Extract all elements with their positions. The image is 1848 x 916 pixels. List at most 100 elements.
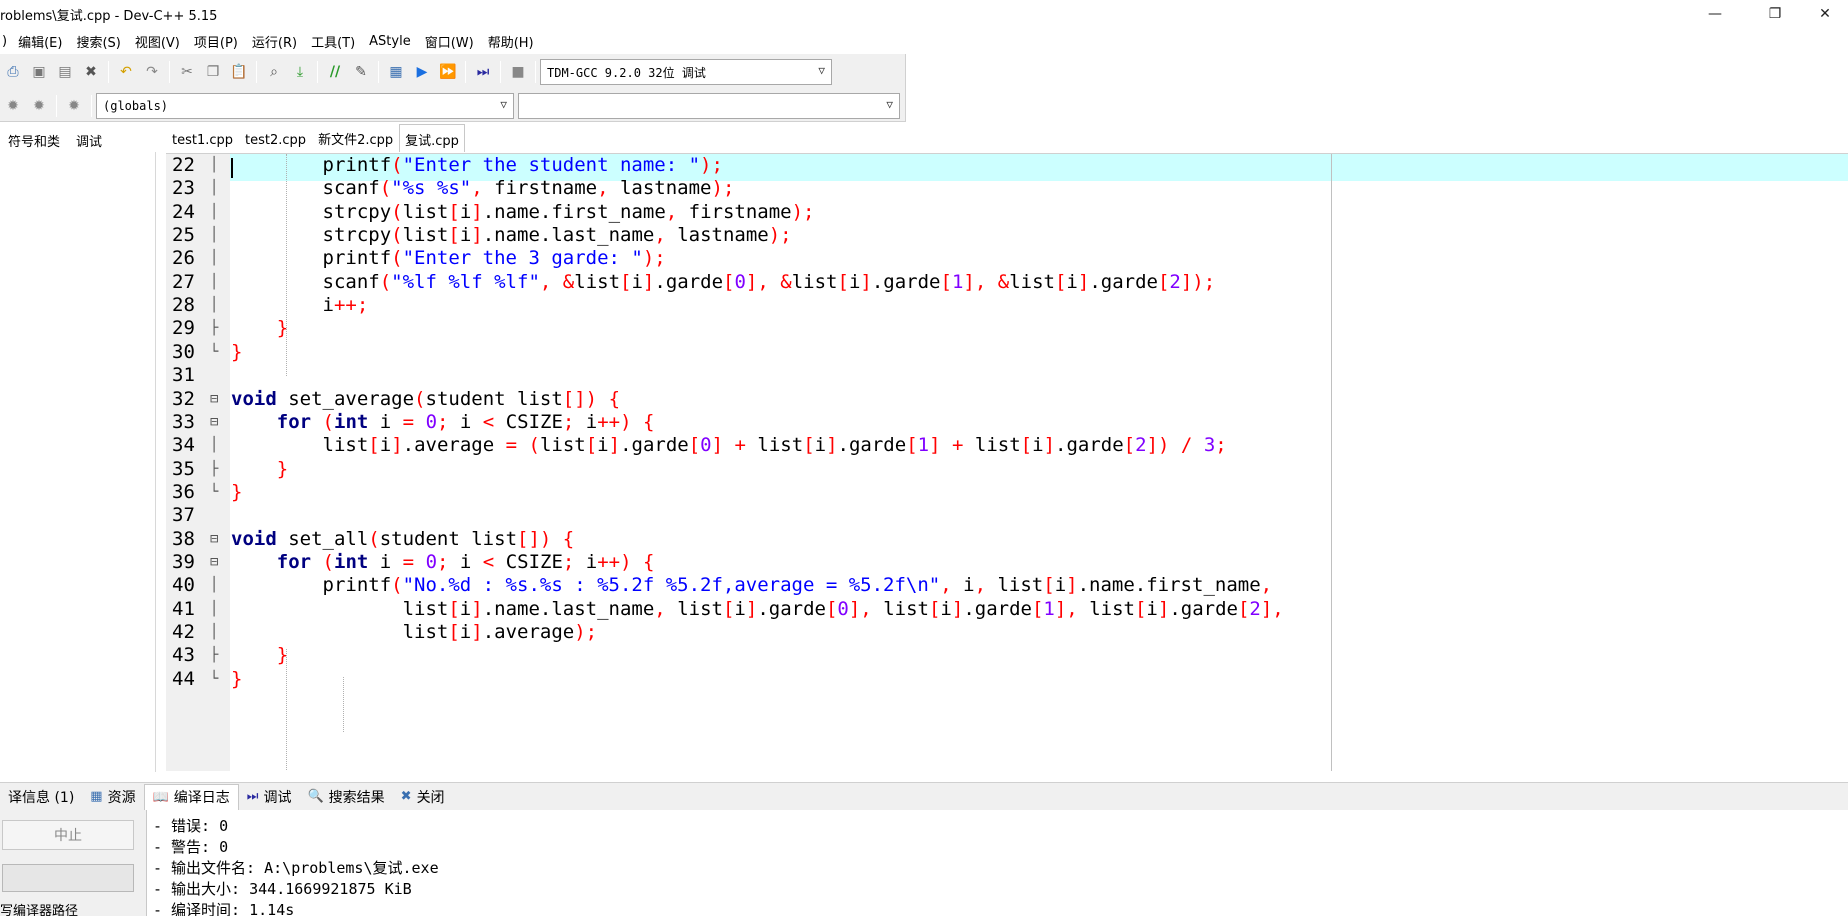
find-icon[interactable]: ⌕ [263, 61, 285, 83]
menu-tools[interactable]: 工具(T) [304, 32, 362, 51]
code-line[interactable]: 27 │ scanf("%lf %lf %lf", &list[i].garde[… [166, 271, 1848, 294]
compiler-path-label[interactable]: 写编译器路径 [0, 900, 78, 916]
run-icon[interactable]: ▶ [411, 61, 433, 83]
code-text: scanf("%lf %lf %lf", &list[i].garde[0], … [231, 270, 1216, 293]
fold-toggle-icon[interactable]: ⊟ [210, 388, 224, 411]
line-number: 27 [172, 270, 195, 293]
code-line[interactable]: 32 ⊟ void set_average(student list[]) { [166, 388, 1848, 411]
goto-icon[interactable]: ⤓ [289, 61, 311, 83]
code-line[interactable]: 39 ⊟ for (int i = 0; i < CSIZE; i++) { [166, 551, 1848, 574]
undo-icon[interactable]: ↶ [115, 61, 137, 83]
tab-file-3[interactable]: 复试.cpp [399, 124, 465, 152]
tab-symbols-classes[interactable]: 符号和类 [0, 129, 68, 152]
line-number: 42 [172, 621, 195, 643]
save-all-icon[interactable]: ▤ [54, 61, 76, 83]
close-file-icon[interactable]: ✖ [80, 61, 102, 83]
tab-resources[interactable]: ▦ 资源 [82, 784, 143, 810]
code-line[interactable]: 38 ⊟ void set_all(student list[]) { [166, 528, 1848, 551]
comment-icon[interactable]: // [324, 61, 346, 83]
member-select[interactable]: ▽ [518, 93, 900, 119]
redo-icon[interactable]: ↷ [141, 61, 163, 83]
code-line[interactable]: 22 │ printf("Enter the student name: "); [166, 154, 1848, 177]
compiler-select[interactable]: TDM-GCC 9.2.0 32位 调试 ▽ [540, 59, 832, 85]
line-number: 44 [172, 667, 195, 690]
debug-icon[interactable]: ⏭ [472, 61, 494, 83]
print-icon[interactable]: ⎙ [2, 61, 24, 83]
tab-file-1[interactable]: test2.cpp [239, 129, 312, 152]
save-icon[interactable]: ▣ [28, 61, 50, 83]
code-line[interactable]: 24 │ strcpy(list[i].name.first_name, firs… [166, 201, 1848, 224]
search-icon: 🔍 [307, 789, 324, 804]
menu-run[interactable]: 运行(R) [245, 32, 304, 51]
code-line[interactable]: 41 │ list[i].name.last_name, list[i].gard… [166, 598, 1848, 621]
menu-project[interactable]: 项目(P) [187, 32, 245, 51]
minimize-button[interactable]: — [1692, 0, 1738, 28]
code-line[interactable]: 30 └} [166, 341, 1848, 364]
menu-view[interactable]: 视图(V) [128, 32, 187, 51]
menu-search[interactable]: 搜索(S) [69, 32, 127, 51]
code-line[interactable]: 43 ├ } [166, 644, 1848, 667]
code-line[interactable]: 44 └} [166, 668, 1848, 691]
compile-icon[interactable]: ▦ [385, 61, 407, 83]
code-line[interactable]: 31 [166, 364, 1848, 387]
code-text: } [276, 644, 289, 667]
tab-debug-watch[interactable]: 调试 [68, 129, 110, 152]
line-number: 32 [172, 387, 195, 410]
tab-compiler-messages[interactable]: 译信息 (1) [0, 784, 82, 810]
menu-bar: ) 编辑(E) 搜索(S) 视图(V) 项目(P) 运行(R) 工具(T) AS… [0, 29, 1848, 53]
line-number: 38 [172, 527, 195, 550]
restore-icon: ❐ [1768, 6, 1782, 22]
menu-window[interactable]: 窗口(W) [418, 32, 481, 51]
fold-marker: │ [210, 180, 219, 197]
toolbar-separator [169, 61, 170, 83]
restore-button[interactable]: ❐ [1752, 0, 1798, 28]
window-title: roblems\复试.cpp - Dev-C++ 5.15 [0, 8, 218, 24]
gear-icon[interactable]: ✹ [28, 95, 50, 117]
code-line[interactable]: 25 │ strcpy(list[i].name.last_name, lastn… [166, 224, 1848, 247]
menu-astyle[interactable]: AStyle [362, 34, 418, 49]
book-icon: 📖 [152, 789, 169, 805]
code-line[interactable]: 35 ├ } [166, 458, 1848, 481]
code-line[interactable]: 26 │ printf("Enter the 3 garde: "); [166, 247, 1848, 270]
fold-toggle-icon[interactable]: ⊟ [210, 411, 224, 434]
tab-file-0[interactable]: test1.cpp [166, 129, 239, 152]
code-line[interactable]: 40 │ printf("No.%d : %s.%s : %5.2f %5.2f,… [166, 574, 1848, 597]
close-window-button[interactable]: ✕ [1802, 0, 1848, 28]
gear-icon[interactable]: ✹ [63, 95, 85, 117]
fold-toggle-icon[interactable]: ⊟ [210, 528, 224, 551]
edit-icon[interactable]: ✎ [350, 61, 372, 83]
stop-button[interactable]: 中止 [2, 820, 134, 850]
tab-debug[interactable]: ⏭ 调试 [239, 784, 300, 810]
tab-close[interactable]: ✖ 关闭 [393, 784, 453, 810]
line-number: 22 [172, 154, 195, 176]
compile-log-output[interactable]: - 错误: 0 - 警告: 0 - 输出文件名: A:\problems\复试.… [146, 810, 1848, 916]
code-line[interactable]: 37 [166, 504, 1848, 527]
menu-edit[interactable]: 编辑(E) [11, 32, 69, 51]
resources-icon: ▦ [90, 789, 103, 804]
line-number: 28 [172, 294, 195, 317]
copy-icon[interactable]: ❐ [202, 61, 224, 83]
tab-compile-log[interactable]: 📖 编译日志 [143, 783, 239, 810]
paste-icon[interactable]: 📋 [228, 61, 250, 83]
tab-file-2[interactable]: 新文件2.cpp [312, 125, 399, 152]
code-line[interactable]: 23 │ scanf("%s %s", firstname, lastname); [166, 177, 1848, 200]
menu-partial-item[interactable]: ) [0, 34, 11, 49]
code-line[interactable]: 29 ├ } [166, 317, 1848, 340]
fold-marker: │ [210, 297, 219, 314]
code-editor[interactable]: 22 │ printf("Enter the student name: "); 2… [166, 153, 1848, 771]
code-line[interactable]: 42 │ list[i].average); [166, 621, 1848, 644]
code-line[interactable]: 34 │ list[i].average = (list[i].garde[0] … [166, 434, 1848, 457]
code-line[interactable]: 36 └} [166, 481, 1848, 504]
menu-help[interactable]: 帮助(H) [481, 32, 541, 51]
toolbar-separator [500, 61, 501, 83]
tab-search-results[interactable]: 🔍 搜索结果 [299, 784, 392, 810]
fold-toggle-icon[interactable]: ⊟ [210, 551, 224, 574]
compile-run-icon[interactable]: ⏩ [437, 61, 459, 83]
gear-icon[interactable]: ✹ [2, 95, 24, 117]
cut-icon[interactable]: ✂ [176, 61, 198, 83]
code-line[interactable]: 33 ⊟ for (int i = 0; i < CSIZE; i++) { [166, 411, 1848, 434]
stop-icon[interactable]: ■ [507, 61, 529, 83]
line-number: 39 [172, 550, 195, 573]
scope-select[interactable]: (globals) ▽ [96, 93, 514, 119]
code-line[interactable]: 28 │ i++; [166, 294, 1848, 317]
